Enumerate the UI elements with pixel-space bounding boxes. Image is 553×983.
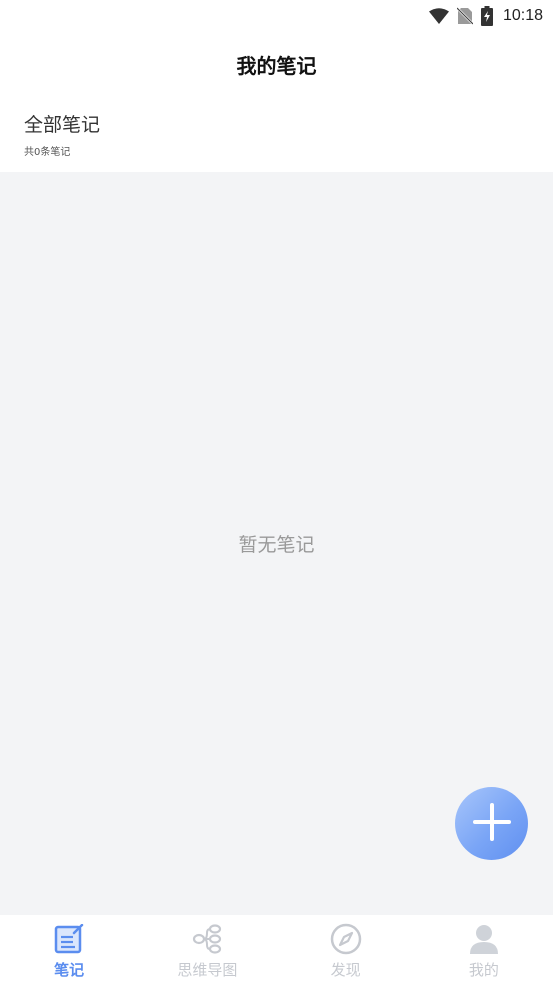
nav-label-mindmap: 思维导图 <box>177 961 238 979</box>
section-title: 全部笔记 <box>24 114 101 136</box>
no-sim-icon <box>456 7 473 25</box>
nav-label-discover: 发现 <box>330 961 361 979</box>
nav-item-mindmap[interactable]: 思维导图 <box>138 915 276 983</box>
status-bar: 10:18 <box>0 0 553 32</box>
nav-label-notes: 笔记 <box>54 961 85 979</box>
note-icon <box>53 923 85 955</box>
wifi-icon <box>428 8 449 24</box>
mindmap-icon <box>191 923 223 955</box>
note-count: 共0条笔记 <box>24 147 71 158</box>
title-bar: 我的笔记 <box>0 38 553 90</box>
battery-charging-icon <box>480 6 493 26</box>
status-time: 10:18 <box>502 7 543 24</box>
nav-item-profile[interactable]: 我的 <box>415 915 553 983</box>
nav-item-notes[interactable]: 笔记 <box>0 915 138 983</box>
section-header: 全部笔记 共0条笔记 <box>24 112 529 170</box>
add-note-button[interactable] <box>455 787 528 860</box>
plus-icon <box>472 802 512 846</box>
profile-icon <box>468 923 500 955</box>
page-title: 我的笔记 <box>236 53 317 78</box>
bottom-nav: 笔记 思维导图 发现 我的 <box>0 915 553 983</box>
nav-item-discover[interactable]: 发现 <box>277 915 415 983</box>
empty-state-text: 暂无笔记 <box>238 534 315 556</box>
compass-icon <box>330 923 362 955</box>
app-screen: 10:18 我的笔记 全部笔记 共0条笔记 暂无笔记 笔记 思维导图 发现 我的 <box>0 0 553 983</box>
nav-label-profile: 我的 <box>468 961 499 979</box>
